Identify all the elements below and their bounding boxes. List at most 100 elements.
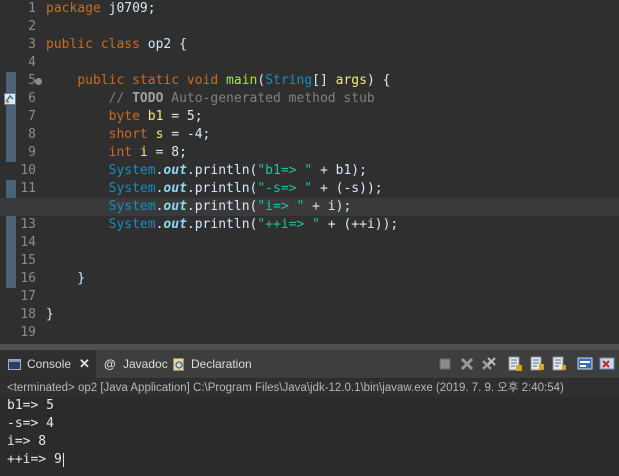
console-output[interactable]: b1=> 5 -s=> 4 i=> 8 ++i=> 9 <box>0 397 619 476</box>
code-token: + i); <box>304 199 352 214</box>
scroll-lock-icon[interactable] <box>529 356 545 372</box>
overview-gutter <box>0 0 16 344</box>
code-line[interactable]: // TODO Auto-generated method stub <box>46 90 619 108</box>
tab-javadoc[interactable]: @ Javadoc <box>104 350 168 378</box>
change-marker <box>6 72 16 162</box>
line-number: 13 <box>20 217 36 232</box>
code-line[interactable]: } <box>46 306 619 324</box>
code-line[interactable]: } <box>46 270 619 288</box>
line-number: 11 <box>20 181 36 196</box>
code-token: package <box>46 1 101 16</box>
code-line[interactable]: short s = -4; <box>46 126 619 144</box>
code-token: b1 <box>147 109 164 124</box>
tab-declaration[interactable]: Declaration <box>172 350 252 378</box>
code-token: void <box>186 73 219 88</box>
fold-icon[interactable] <box>35 78 42 85</box>
pin-console-icon[interactable] <box>577 356 593 372</box>
word-wrap-icon[interactable] <box>551 356 567 372</box>
code-line[interactable]: ​ <box>46 54 619 72</box>
code-token: String <box>265 73 313 88</box>
code-token: "b1=> " <box>257 163 313 178</box>
code-token: [] <box>312 73 336 88</box>
console-output-line: i=> 8 <box>0 433 619 451</box>
code-token: class <box>100 37 140 52</box>
line-number: 4 <box>28 55 36 70</box>
code-line[interactable]: System.out.println("-s=> " + (-s)); <box>46 180 619 198</box>
code-token: short <box>108 127 148 142</box>
code-token: System <box>108 181 156 196</box>
line-numbers: 12345678910111213141516171819 <box>16 0 36 342</box>
code-line[interactable]: byte b1 = 5; <box>46 108 619 126</box>
code-token: out <box>163 199 187 214</box>
code-token: } <box>46 271 86 286</box>
code-token: i <box>139 145 148 160</box>
line-number: 19 <box>20 325 36 340</box>
code-token: .println( <box>186 163 258 178</box>
code-token: public <box>77 73 125 88</box>
display-selected-console-icon[interactable] <box>599 356 615 372</box>
code-token: TODO <box>132 91 164 106</box>
code-line[interactable]: ​ <box>46 324 619 342</box>
code-token: = 8; <box>147 145 187 160</box>
code-token: Auto-generated method stub <box>163 91 375 106</box>
line-number: 14 <box>20 235 36 250</box>
code-token: .println( <box>186 217 258 232</box>
code-token: + b1); <box>312 163 367 178</box>
console-output-text: i=> 8 <box>7 434 47 449</box>
code-line[interactable]: ​ <box>46 234 619 252</box>
line-number: 7 <box>28 109 36 124</box>
code-token: args <box>335 73 367 88</box>
code-line[interactable]: System.out.println("i=> " + i); <box>0 198 619 216</box>
line-number: 1 <box>28 1 36 16</box>
code-token: static <box>132 73 180 88</box>
console-output-text: ++i=> 9 <box>7 452 62 467</box>
line-number: 6 <box>28 91 36 106</box>
code-token: ) { <box>366 73 391 88</box>
clear-console-icon[interactable] <box>507 356 523 372</box>
code-line[interactable]: System.out.println("++i=> " + (++i)); <box>46 216 619 234</box>
line-number: 18 <box>20 307 36 322</box>
code-editor[interactable]: 12345678910111213141516171819 package j0… <box>0 0 619 344</box>
code-token: j0709; <box>100 1 156 16</box>
code-token: "-s=> " <box>257 181 313 196</box>
change-marker <box>6 180 16 288</box>
code-line[interactable]: int i = 8; <box>46 144 619 162</box>
line-number: 16 <box>20 271 36 286</box>
close-icon[interactable]: ✕ <box>79 356 90 372</box>
line-number: 15 <box>20 253 36 268</box>
console-icon <box>8 358 21 370</box>
code-area[interactable]: package j0709;​public class op2 {​ publi… <box>0 0 619 342</box>
remove-all-terminated-icon[interactable] <box>481 356 497 372</box>
code-line[interactable]: ​ <box>46 18 619 36</box>
code-token: } <box>46 307 54 322</box>
task-marker-icon[interactable] <box>4 93 16 105</box>
code-line[interactable]: ​ <box>46 252 619 270</box>
tab-console[interactable]: Console ✕ <box>0 350 96 378</box>
terminate-icon[interactable] <box>437 356 453 372</box>
code-line[interactable]: ​ <box>46 288 619 306</box>
code-line[interactable]: package j0709; <box>46 0 619 18</box>
console-output-text: b1=> 5 <box>7 398 54 413</box>
remove-launch-icon[interactable] <box>459 356 475 372</box>
code-token: public <box>46 37 93 52</box>
code-line[interactable]: public class op2 { <box>46 36 619 54</box>
tab-javadoc-label: Javadoc <box>123 357 168 371</box>
line-number: 2 <box>28 19 36 34</box>
code-token: out <box>163 181 187 196</box>
code-line[interactable]: System.out.println("b1=> " + b1); <box>46 162 619 180</box>
code-line[interactable]: public static void main(String[] args) { <box>46 72 619 90</box>
console-toolbar <box>431 354 615 374</box>
tab-console-label: Console <box>27 357 72 371</box>
code-token: op2 { <box>139 37 187 52</box>
